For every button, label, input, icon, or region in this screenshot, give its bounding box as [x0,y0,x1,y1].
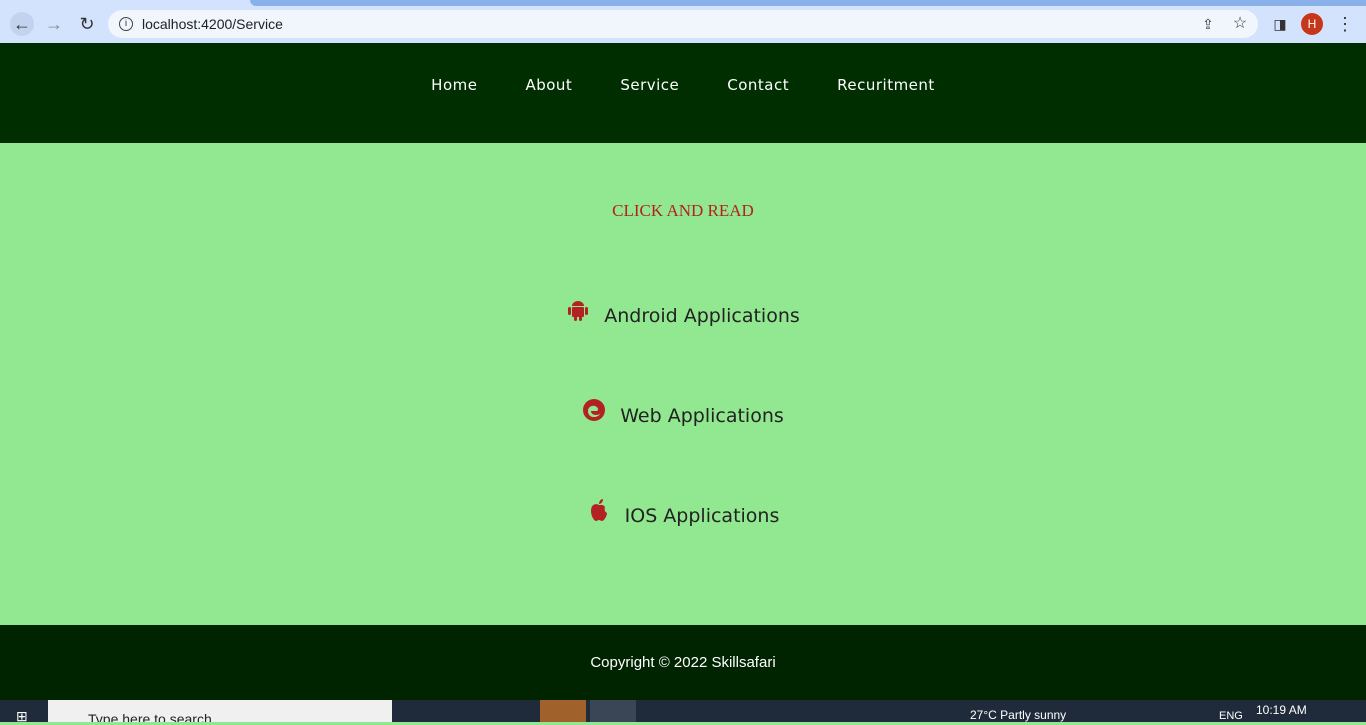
android-icon [566,298,590,327]
side-panel-icon[interactable]: ◨ [1268,12,1292,36]
service-android[interactable]: Android Applications [0,298,1366,327]
apple-icon [587,498,611,527]
address-bar[interactable]: i localhost:4200/Service [108,10,1258,38]
main-nav: Home About Service Contact Recuritment [0,43,1366,94]
nav-recruitment[interactable]: Recuritment [837,76,935,94]
share-icon[interactable]: ⇪ [1196,12,1220,36]
page-title: CLICK AND READ [612,201,754,220]
menu-icon[interactable]: ⋮ [1333,12,1357,36]
nav-about[interactable]: About [525,76,572,94]
taskbar-app-files[interactable] [540,700,586,722]
service-web[interactable]: Web Applications [0,398,1366,427]
copyright-text: Copyright © 2022 Skillsafari [590,654,776,671]
service-label: Android Applications [604,305,800,327]
tab-strip [250,0,1366,6]
nav-service[interactable]: Service [620,76,679,94]
service-ios[interactable]: IOS Applications [0,498,1366,527]
windows-start-icon[interactable]: ⊞ [16,708,28,725]
avatar[interactable]: H [1301,13,1323,35]
forward-button[interactable]: → [42,12,66,36]
site-header: Home About Service Contact Recuritment [0,43,1366,143]
info-icon[interactable]: i [119,17,133,31]
url-text: localhost:4200/Service [142,16,283,32]
service-label: Web Applications [620,405,784,427]
taskbar-search-input[interactable]: Type here to search [48,700,392,722]
back-button[interactable]: ← [10,12,34,36]
service-label: IOS Applications [624,505,780,527]
weather-text[interactable]: 27°C Partly sunny [970,708,1066,722]
reload-button[interactable]: ↻ [75,12,99,36]
taskbar-app-chrome[interactable] [590,700,636,722]
language-indicator[interactable]: ENG [1219,710,1243,722]
nav-contact[interactable]: Contact [727,76,789,94]
taskbar: ⊞ Type here to search 27°C Partly sunny … [0,700,1366,725]
bookmark-star-icon[interactable]: ☆ [1228,12,1252,36]
clock-time[interactable]: 10:19 AM [1256,703,1307,717]
footer: Copyright © 2022 Skillsafari [0,625,1366,700]
edge-icon [582,398,606,427]
browser-chrome: ← → ↻ i localhost:4200/Service ⇪ ☆ ◨ H ⋮ [0,0,1366,43]
search-placeholder: Type here to search [88,711,212,722]
nav-home[interactable]: Home [431,76,477,94]
